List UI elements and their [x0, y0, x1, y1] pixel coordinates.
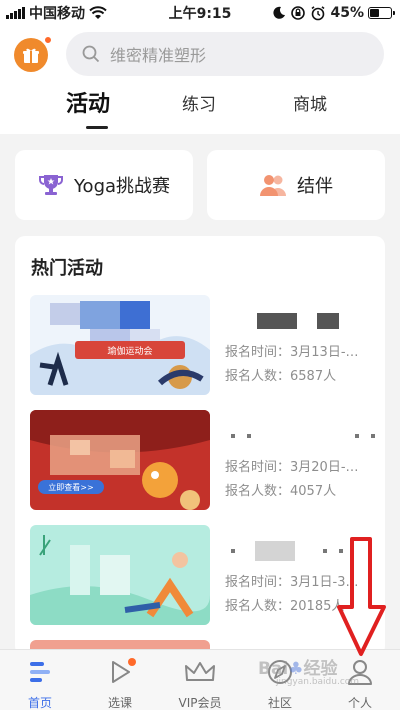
yoga-challenge-label: Yoga挑战赛	[73, 176, 171, 197]
activity-title-redacted	[225, 424, 385, 446]
nav-profile[interactable]: 个人	[320, 650, 400, 710]
partner-label: 结伴	[297, 176, 333, 197]
home-icon	[30, 662, 50, 682]
activity-item[interactable]: 瑜伽运动会 报名时间：3月13日-… 报名人数：6587人	[30, 295, 385, 395]
moon-icon	[273, 6, 286, 19]
tab-bar: 活动 练习 商城	[0, 90, 400, 134]
wifi-icon	[89, 6, 107, 19]
bottom-nav: 首页 选课 VIP会员 社区 个人	[0, 649, 400, 710]
tab-mall[interactable]: 商城	[293, 90, 327, 115]
carrier-label: 中国移动	[29, 6, 85, 22]
partner-card[interactable]: 结伴	[207, 150, 385, 220]
alarm-icon	[311, 6, 326, 21]
signup-count: 报名人数：20185人	[225, 599, 345, 614]
top-header: 维密精准塑形 活动 练习 商城	[0, 26, 400, 134]
signup-count: 报名人数：6587人	[225, 369, 337, 384]
tab-practice[interactable]: 练习	[182, 90, 216, 115]
play-icon	[112, 658, 136, 683]
gift-icon	[23, 48, 39, 63]
status-bar: 中国移动 上午9:15 45%	[0, 0, 400, 26]
compass-icon	[268, 660, 292, 684]
nav-home[interactable]: 首页	[0, 650, 80, 710]
tab-activities[interactable]: 活动	[66, 86, 110, 118]
activity-banner: 瑜伽运动会	[30, 295, 210, 395]
section-title: 热门活动	[31, 258, 103, 279]
search-icon	[82, 45, 100, 63]
signup-time: 报名时间：3月13日-…	[225, 345, 359, 360]
user-icon	[348, 660, 372, 685]
notification-dot	[44, 36, 52, 44]
orientation-lock-icon	[291, 6, 306, 20]
activity-banner	[30, 525, 210, 625]
search-bar[interactable]: 维密精准塑形	[66, 32, 384, 76]
signal-icon	[6, 7, 25, 19]
activity-title-redacted	[225, 539, 385, 561]
crown-icon	[185, 662, 215, 681]
nav-courses-label: 选课	[107, 696, 132, 710]
hot-activities-panel: 热门活动 瑜伽运动会 报名时间：3月13日-… 报名人数：6587人 立即查看>…	[15, 236, 385, 656]
activity-item[interactable]: 报名时间：3月1日-3… 报名人数：20185人	[30, 525, 385, 625]
yoga-challenge-card[interactable]: Yoga挑战赛	[15, 150, 193, 220]
nav-community-label: 社区	[267, 696, 292, 710]
nav-vip[interactable]: VIP会员	[160, 650, 240, 710]
trophy-icon	[38, 175, 63, 195]
battery-percent: 45%	[330, 5, 364, 21]
nav-community[interactable]: 社区	[240, 650, 320, 710]
nav-home-label: 首页	[27, 696, 52, 710]
activity-title-redacted	[225, 309, 385, 331]
people-icon	[260, 175, 286, 196]
signup-count: 报名人数：4057人	[225, 484, 337, 499]
nav-profile-label: 个人	[347, 696, 372, 710]
banner-text: 瑜伽运动会	[107, 345, 152, 357]
banner-cta: 立即查看>>	[48, 482, 93, 492]
nav-courses[interactable]: 选课	[80, 650, 160, 710]
battery-icon	[368, 7, 395, 19]
signup-time: 报名时间：3月20日-…	[225, 460, 359, 475]
nav-vip-label: VIP会员	[178, 696, 222, 710]
active-tab-indicator	[86, 126, 108, 129]
activity-banner: 立即查看>>	[30, 410, 210, 510]
signup-time: 报名时间：3月1日-3…	[225, 575, 359, 590]
gift-button[interactable]	[14, 36, 52, 72]
activity-item[interactable]: 立即查看>> 报名时间：3月20日-… 报名人数：4057人	[30, 410, 385, 510]
search-placeholder: 维密精准塑形	[110, 46, 207, 65]
